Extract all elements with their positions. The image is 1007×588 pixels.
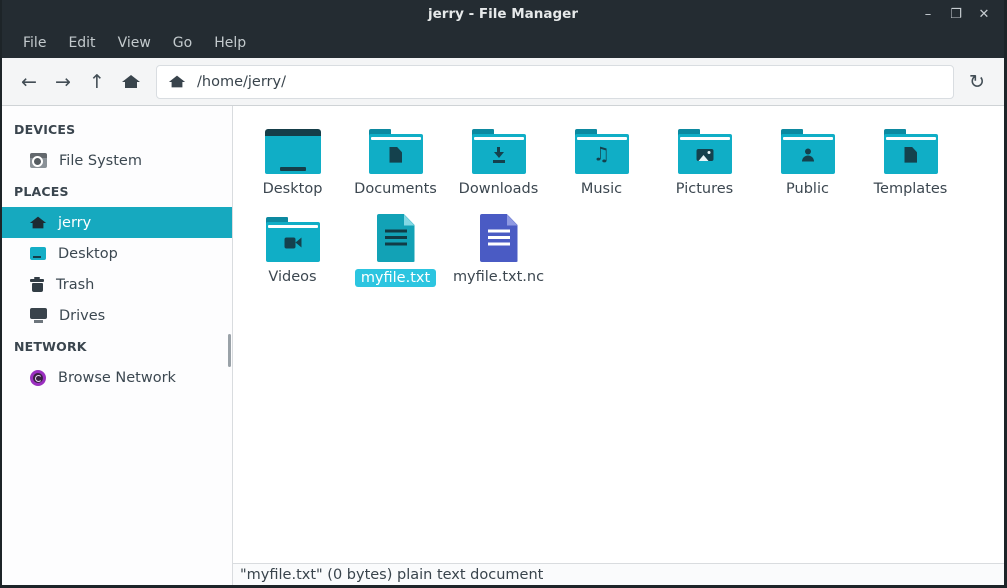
sidebar-item-label: File System	[59, 153, 142, 169]
downloads-folder-icon	[472, 129, 526, 174]
file-item-desktop[interactable]: Desktop	[241, 114, 344, 202]
file-label: Pictures	[676, 181, 733, 197]
maximize-button[interactable]: ❐	[944, 3, 968, 25]
reload-button[interactable]: ↻	[960, 65, 994, 99]
menubar: File Edit View Go Help	[2, 28, 1004, 58]
home-button[interactable]	[114, 65, 148, 99]
sidebar-item-drives[interactable]: Drives	[2, 300, 232, 331]
file-grid: Desktop Documents Downloads ♫ Music Pict…	[233, 106, 1004, 563]
file-item-myfile-txt[interactable]: myfile.txt	[344, 202, 447, 290]
file-label: Videos	[268, 269, 316, 285]
file-item-documents[interactable]: Documents	[344, 114, 447, 202]
menu-go[interactable]: Go	[162, 30, 203, 56]
forward-icon: →	[55, 71, 71, 93]
nc-document-icon	[480, 214, 518, 262]
sidebar-header-network: NETWORK	[2, 331, 232, 362]
path-input[interactable]: /home/jerry/	[156, 65, 954, 99]
up-icon: ↑	[89, 71, 105, 93]
titlebar: jerry - File Manager – ❐ ✕	[2, 0, 1004, 28]
path-text: /home/jerry/	[197, 74, 286, 90]
file-item-public[interactable]: Public	[756, 114, 859, 202]
file-item-music[interactable]: ♫ Music	[550, 114, 653, 202]
file-label: Desktop	[263, 181, 323, 197]
status-text: "myfile.txt" (0 bytes) plain text docume…	[240, 567, 543, 583]
menu-help[interactable]: Help	[203, 30, 257, 56]
sidebar-header-devices: DEVICES	[2, 114, 232, 145]
menu-file[interactable]: File	[12, 30, 57, 56]
up-button[interactable]: ↑	[80, 65, 114, 99]
file-label: Music	[581, 181, 622, 197]
sidebar-item-label: Drives	[59, 308, 105, 324]
sidebar-header-places: PLACES	[2, 176, 232, 207]
toolbar: ← → ↑ /home/jerry/ ↻	[2, 58, 1004, 106]
file-item-templates[interactable]: Templates	[859, 114, 962, 202]
file-label: Documents	[354, 181, 437, 197]
statusbar: "myfile.txt" (0 bytes) plain text docume…	[233, 563, 1004, 585]
sidebar-item-label: Desktop	[58, 246, 118, 262]
window-title: jerry - File Manager	[2, 6, 1004, 22]
window-controls: – ❐ ✕	[916, 3, 1004, 25]
desktop-folder-icon	[265, 129, 321, 174]
path-home-icon	[170, 76, 184, 88]
videos-folder-icon	[266, 217, 320, 262]
home-icon	[123, 75, 139, 88]
sidebar-item-label: jerry	[58, 215, 91, 231]
sidebar-item-trash[interactable]: Trash	[2, 269, 232, 300]
sidebar: DEVICES File System PLACES jerry Desktop…	[2, 106, 233, 585]
close-button[interactable]: ✕	[972, 3, 996, 25]
text-document-icon	[377, 214, 415, 262]
templates-folder-icon	[884, 129, 938, 174]
trash-icon	[30, 277, 44, 292]
file-item-videos[interactable]: Videos	[241, 202, 344, 290]
sidebar-item-file-system[interactable]: File System	[2, 145, 232, 176]
file-item-myfile-txt-nc[interactable]: myfile.txt.nc	[447, 202, 550, 290]
sidebar-item-browse-network[interactable]: Browse Network	[2, 362, 232, 393]
sidebar-scrollbar[interactable]	[228, 334, 231, 367]
drives-icon	[30, 308, 47, 323]
network-globe-icon	[30, 370, 46, 386]
file-item-downloads[interactable]: Downloads	[447, 114, 550, 202]
file-manager-window: jerry - File Manager – ❐ ✕ File Edit Vie…	[0, 0, 1007, 588]
file-label-selected: myfile.txt	[355, 269, 436, 287]
filesystem-drive-icon	[30, 153, 47, 168]
sidebar-item-jerry[interactable]: jerry	[2, 207, 232, 238]
pictures-folder-icon	[678, 129, 732, 174]
sidebar-item-label: Browse Network	[58, 370, 176, 386]
sidebar-item-label: Trash	[56, 277, 94, 293]
content-area: DEVICES File System PLACES jerry Desktop…	[2, 106, 1004, 585]
file-label: Templates	[874, 181, 948, 197]
main-pane: Desktop Documents Downloads ♫ Music Pict…	[233, 106, 1004, 585]
desktop-icon	[30, 247, 46, 260]
documents-folder-icon	[369, 129, 423, 174]
menu-view[interactable]: View	[107, 30, 162, 56]
file-item-pictures[interactable]: Pictures	[653, 114, 756, 202]
file-label: Downloads	[459, 181, 539, 197]
minimize-button[interactable]: –	[916, 3, 940, 25]
file-label: myfile.txt.nc	[453, 269, 544, 285]
back-button[interactable]: ←	[12, 65, 46, 99]
music-folder-icon: ♫	[575, 129, 629, 174]
public-folder-icon	[781, 129, 835, 174]
reload-icon: ↻	[969, 71, 985, 93]
forward-button[interactable]: →	[46, 65, 80, 99]
sidebar-item-desktop[interactable]: Desktop	[2, 238, 232, 269]
back-icon: ←	[21, 71, 37, 93]
file-label: Public	[786, 181, 829, 197]
home-icon	[31, 217, 45, 229]
menu-edit[interactable]: Edit	[57, 30, 106, 56]
